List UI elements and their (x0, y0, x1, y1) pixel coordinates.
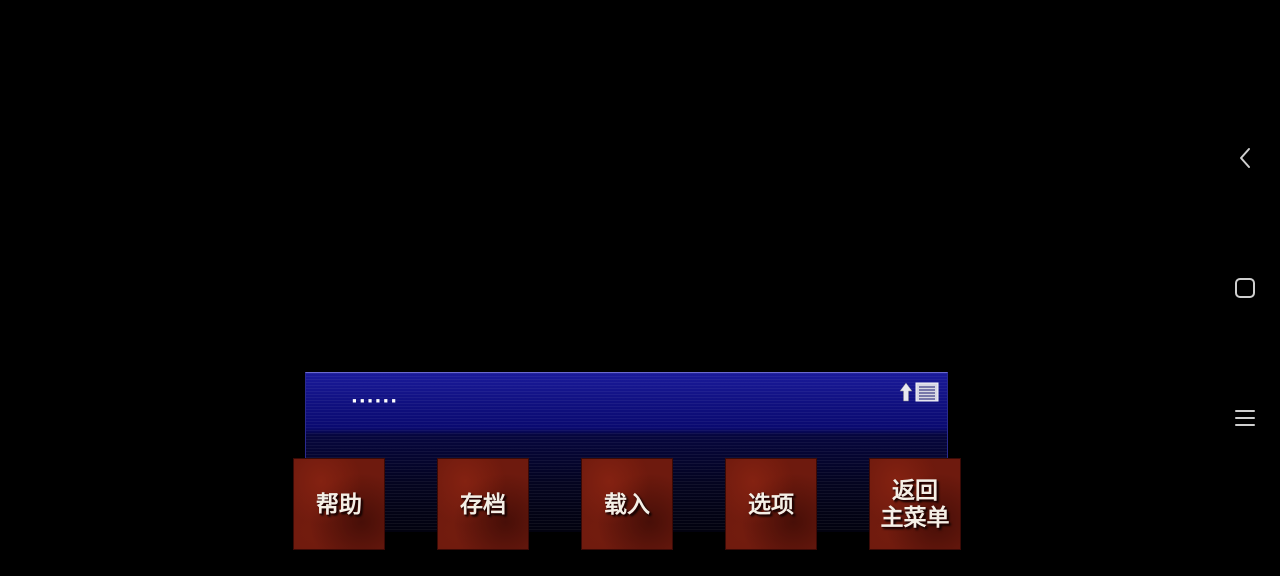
options-button[interactable]: 选项 (725, 458, 817, 550)
load-label: 载入 (604, 490, 650, 518)
backlog-button[interactable] (899, 381, 941, 403)
return-main-menu-button[interactable]: 返回 主菜单 (869, 458, 961, 550)
menu-lines-icon[interactable] (1232, 405, 1258, 431)
return-main-menu-label: 返回 主菜单 (880, 477, 950, 531)
home-square-icon[interactable] (1232, 275, 1258, 301)
log-list-icon (915, 382, 939, 402)
back-chevron-icon[interactable] (1232, 145, 1258, 171)
game-screen[interactable]: ······ 帮助 存档 载入 选项 返回 主菜单 (0, 0, 1280, 576)
save-label: 存档 (460, 490, 506, 518)
up-arrow-icon (899, 382, 913, 402)
options-label: 选项 (748, 490, 794, 518)
load-button[interactable]: 载入 (581, 458, 673, 550)
help-label: 帮助 (316, 490, 362, 518)
save-button[interactable]: 存档 (437, 458, 529, 550)
dialogue-text: ······ (351, 391, 399, 412)
help-button[interactable]: 帮助 (293, 458, 385, 550)
